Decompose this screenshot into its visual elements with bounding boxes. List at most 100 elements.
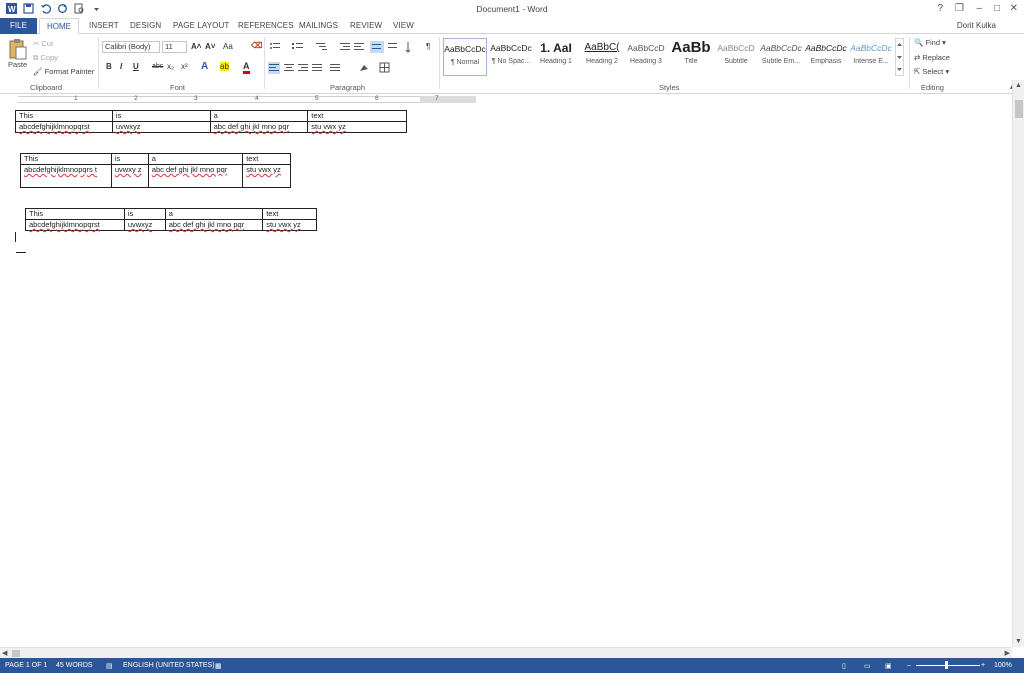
scroll-left-icon[interactable]: ◀ <box>2 649 7 657</box>
table-2[interactable]: This is a text abcdefghijklmnopqrs t uvw… <box>20 153 291 188</box>
tab-review[interactable]: REVIEW <box>350 21 382 30</box>
word-count[interactable]: 45 WORDS <box>56 662 93 669</box>
scroll-down-icon[interactable]: ▼ <box>1015 638 1022 645</box>
zoom-level[interactable]: 100% <box>994 662 1012 669</box>
scroll-right-icon[interactable]: ▶ <box>1005 649 1010 657</box>
style-normal[interactable]: AaBbCcDc ¶ Normal <box>443 38 487 76</box>
table-cell[interactable]: uvwxyz <box>123 219 166 231</box>
print-layout-icon[interactable]: ▭ <box>864 662 871 670</box>
zoom-slider-thumb[interactable] <box>945 661 948 669</box>
horizontal-scrollbar[interactable]: ◀ ▶ <box>0 647 1012 658</box>
table-cell[interactable]: abc def ghi jkl mno pqr <box>147 164 244 188</box>
macro-recording-icon[interactable]: ▦ <box>215 662 222 670</box>
table-cell[interactable]: stu vwx yz <box>307 121 407 133</box>
table-cell[interactable]: stu vwx yz <box>242 164 291 188</box>
table-cell[interactable]: abcdefghijklmnopqrst <box>15 121 113 133</box>
vertical-scrollbar[interactable]: ▲ ▼ <box>1012 80 1024 647</box>
table-cell[interactable]: abcdefghijklmnopqrst <box>25 219 125 231</box>
font-size-box[interactable]: 11 <box>162 41 187 53</box>
table-cell[interactable]: This <box>20 153 112 165</box>
horizontal-scroll-thumb[interactable] <box>12 650 20 657</box>
find-button[interactable]: 🔍 Find ▾ <box>914 38 946 47</box>
table-cell[interactable]: This <box>15 110 113 122</box>
user-name[interactable]: Dorit Kulka <box>957 21 996 30</box>
format-painter-button[interactable]: 🖌 Format Painter <box>33 67 94 76</box>
tab-file[interactable]: FILE <box>0 18 37 34</box>
page-count[interactable]: PAGE 1 OF 1 <box>5 662 47 669</box>
bold-button[interactable]: B <box>106 62 112 71</box>
tab-insert[interactable]: INSERT <box>89 21 119 30</box>
subscript-button[interactable]: x₂ <box>167 62 174 71</box>
paste-button[interactable]: Paste <box>8 60 27 69</box>
table-3[interactable]: This is a text abcdefghijklmnopqrst uvwx… <box>25 208 317 231</box>
italic-button[interactable]: I <box>120 62 122 71</box>
table-cell[interactable]: uvwxy z <box>110 164 149 188</box>
tab-home[interactable]: HOME <box>39 18 79 35</box>
minimize-icon[interactable]: – <box>976 3 982 14</box>
zoom-slider[interactable] <box>916 665 980 666</box>
table-cell[interactable]: uvwxyz <box>111 121 211 133</box>
style-no-spacing[interactable]: AaBbCcDc ¶ No Spac... <box>489 38 533 76</box>
text-effects-button[interactable]: A <box>201 61 208 72</box>
change-case-button[interactable]: Aa <box>223 42 233 51</box>
maximize-icon[interactable]: □ <box>994 3 1000 14</box>
table-cell[interactable]: a <box>147 153 244 165</box>
zoom-in-button[interactable]: + <box>981 662 985 669</box>
table-1[interactable]: This is a text abcdefghijklmnopqrst uvwx… <box>15 110 407 133</box>
close-icon[interactable]: ✕ <box>1010 3 1018 14</box>
highlight-button[interactable]: ab <box>220 62 229 71</box>
replace-button[interactable]: ⇄ Replace <box>914 53 950 62</box>
style-heading-2[interactable]: AaBbC( Heading 2 <box>580 38 624 76</box>
tab-design[interactable]: DESIGN <box>130 21 161 30</box>
ribbon-display-options-icon[interactable]: ❐ <box>955 3 964 14</box>
tab-references[interactable]: REFERENCES <box>238 21 294 30</box>
styles-gallery-scroll[interactable] <box>895 38 904 76</box>
table-cell[interactable]: is <box>110 153 149 165</box>
style-emphasis[interactable]: AaBbCcDc Emphasis <box>804 38 848 76</box>
scroll-up-icon[interactable]: ▲ <box>1015 82 1022 89</box>
zoom-out-button[interactable]: – <box>907 662 911 669</box>
style-subtitle[interactable]: AaBbCcD Subtitle <box>714 38 758 76</box>
style-heading-3[interactable]: AaBbCcD Heading 3 <box>624 38 668 76</box>
table-cell[interactable]: a <box>209 110 309 122</box>
clear-formatting-icon[interactable]: ⌫ <box>251 41 262 50</box>
copy-button[interactable]: ⧉ Copy <box>33 53 58 63</box>
table-cell[interactable]: a <box>164 208 264 220</box>
style-heading-1[interactable]: 1. AaI Heading 1 <box>534 38 578 76</box>
table-cell[interactable]: is <box>111 110 211 122</box>
table-cell[interactable]: This <box>25 208 125 220</box>
superscript-button[interactable]: x² <box>181 62 188 71</box>
table-cell[interactable]: abc def ghi jkl mno pqr <box>164 219 264 231</box>
style-intense-emphasis[interactable]: AaBbCcDc Intense E... <box>849 38 893 76</box>
table-cell[interactable]: abc def ghi jkl mno pqr <box>209 121 309 133</box>
vertical-scroll-thumb[interactable] <box>1015 100 1023 118</box>
table-cell[interactable]: is <box>123 208 166 220</box>
shrink-font-button[interactable]: A˅ <box>205 42 215 51</box>
font-color-button[interactable]: A <box>243 61 250 74</box>
tab-mailings[interactable]: MAILINGS <box>299 21 338 30</box>
proofing-icon[interactable]: ▤ <box>106 662 113 670</box>
font-name-box[interactable]: Calibri (Body) <box>102 41 160 53</box>
style-subtle-emphasis[interactable]: AaBbCcDc Subtle Em... <box>759 38 803 76</box>
language[interactable]: ENGLISH (UNITED STATES) <box>123 662 215 669</box>
grow-font-button[interactable]: A˄ <box>191 42 201 51</box>
horizontal-ruler[interactable]: 1 2 3 4 5 6 7 <box>10 95 476 104</box>
alignment-buttons[interactable] <box>268 62 398 74</box>
table-cell[interactable]: text <box>242 153 291 165</box>
tab-view[interactable]: VIEW <box>393 21 414 30</box>
web-layout-icon[interactable]: ▣ <box>885 662 892 670</box>
table-cell[interactable]: text <box>262 208 317 220</box>
list-buttons[interactable] <box>268 41 418 53</box>
read-mode-icon[interactable]: ▯ <box>842 662 846 670</box>
tab-page-layout[interactable]: PAGE LAYOUT <box>173 21 229 30</box>
style-title[interactable]: AaBb Title <box>669 38 713 76</box>
table-cell[interactable]: text <box>307 110 407 122</box>
show-formatting-button[interactable]: ¶ <box>426 42 430 51</box>
paste-icon[interactable] <box>8 38 28 60</box>
help-icon[interactable]: ? <box>937 3 943 14</box>
cut-button[interactable]: ✂ Cut <box>33 39 53 48</box>
table-cell[interactable]: stu vwx yz <box>262 219 317 231</box>
underline-button[interactable]: U <box>133 62 139 71</box>
table-cell[interactable]: abcdefghijklmnopqrs t <box>20 164 112 188</box>
select-button[interactable]: ⇱ Select ▾ <box>914 67 949 76</box>
